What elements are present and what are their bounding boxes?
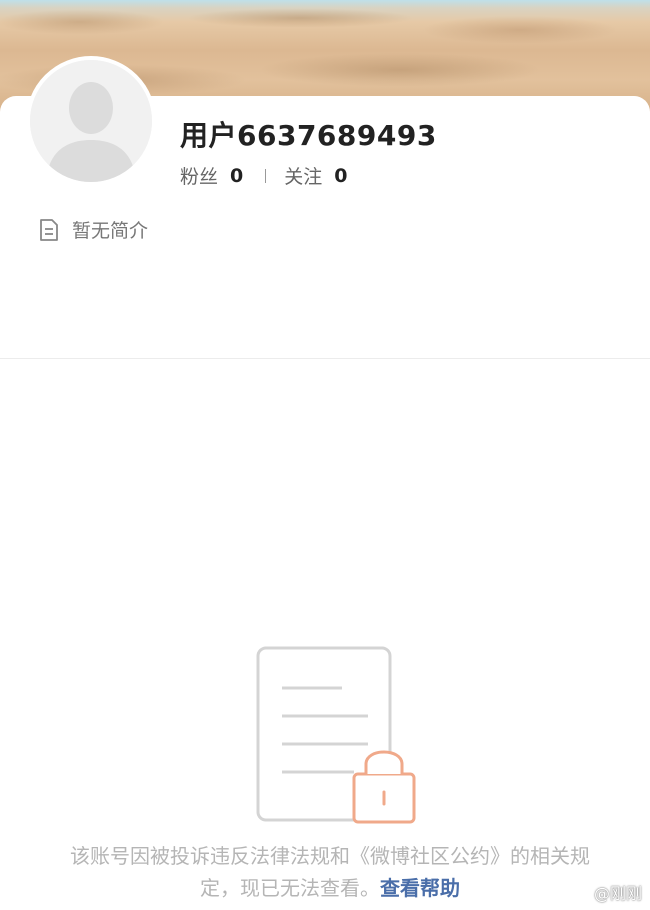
help-link[interactable]: 查看帮助 [380,876,460,900]
following-label[interactable]: 关注 [284,162,322,189]
avatar[interactable] [26,56,156,186]
followers-count[interactable]: 0 [230,165,243,187]
bio-text: 暂无简介 [72,220,149,242]
profile-stats: 粉丝 0 关注 0 [180,162,348,189]
bio-row: 暂无简介 [38,216,148,243]
following-count[interactable]: 0 [334,165,347,187]
document-icon [40,218,58,241]
followers-label[interactable]: 粉丝 [180,162,218,189]
default-avatar-icon [30,60,152,182]
username: 用户6637689493 [180,119,437,152]
notice-text: 该账号因被投诉违反法律法规和《微博社区公约》的相关规定，现已无法查看。 [70,844,590,900]
watermark: @刚刚 [593,884,642,903]
locked-document-icon [256,646,416,830]
account-blocked-notice: 该账号因被投诉违反法律法规和《微博社区公约》的相关规定，现已无法查看。查看帮助 [60,840,600,904]
stats-divider [265,168,267,183]
